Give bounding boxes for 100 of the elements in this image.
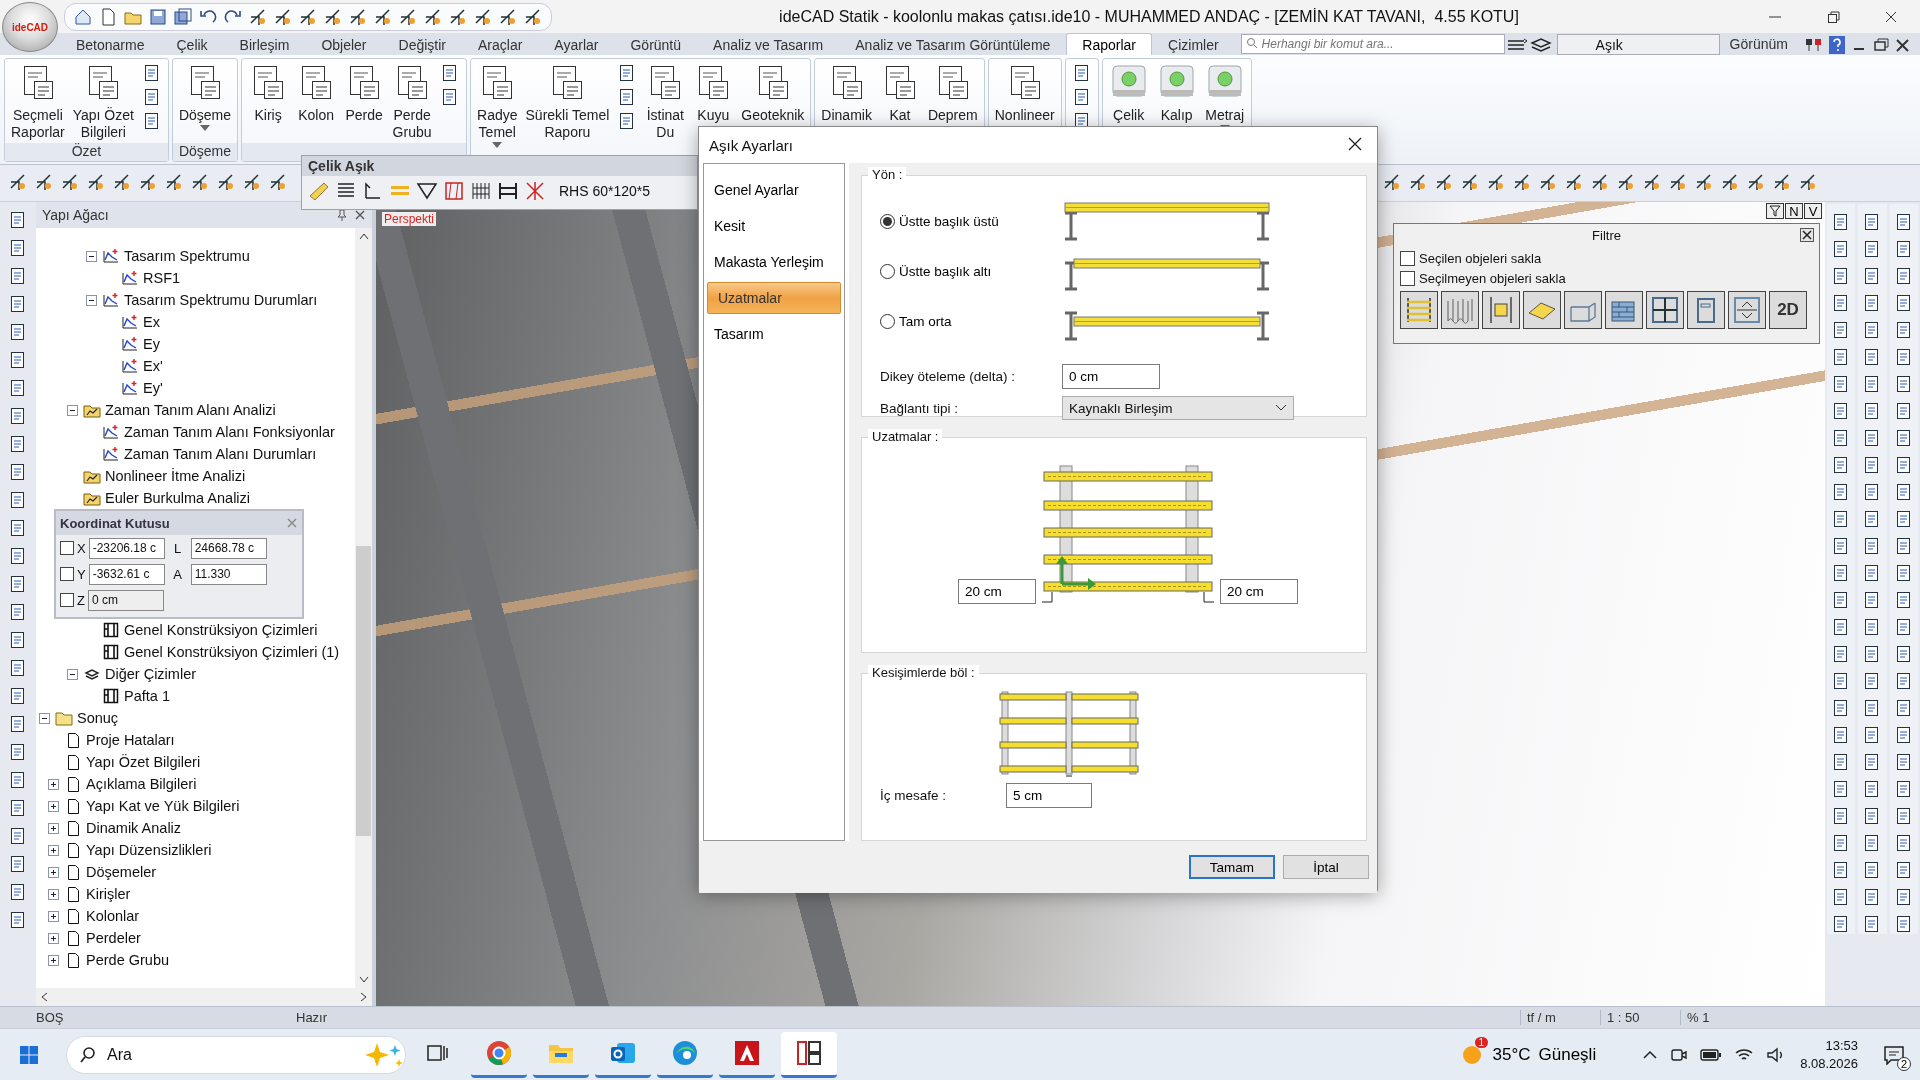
offset-field[interactable]: 0 cm	[1062, 363, 1160, 389]
menu-tab[interactable]: Çelik	[160, 33, 224, 55]
radio-button[interactable]: Üstte başlık üstü	[880, 213, 1062, 229]
menu-tab[interactable]: Ayarlar	[538, 33, 615, 55]
save-all-icon[interactable]	[173, 6, 193, 27]
tree-item[interactable]: Kirişler	[86, 886, 131, 902]
layer-dropdown[interactable]: Aşık	[1556, 34, 1720, 55]
drafting-tool-icon[interactable]	[323, 6, 343, 27]
close-icon[interactable]	[354, 209, 366, 221]
drafting-tool-icon[interactable]	[498, 6, 518, 27]
coordinate-field[interactable]: -23206.18 c	[88, 537, 165, 559]
menu-tab[interactable]: Değiştir	[382, 33, 462, 55]
cross-icon[interactable]	[524, 180, 546, 202]
menu-tab[interactable]: Çizimler	[1152, 33, 1235, 55]
menu-tab[interactable]: Araçlar	[462, 33, 539, 55]
expand-toggle-icon[interactable]	[47, 888, 59, 900]
ribbon-button[interactable]: Seçmeli Raporlar	[7, 61, 69, 143]
menu-tab[interactable]: Objeler	[305, 33, 383, 55]
camera-icon[interactable]	[1670, 1046, 1689, 1063]
horizontal-scrollbar[interactable]	[36, 988, 372, 1006]
collapse-toggle-icon[interactable]	[85, 250, 97, 262]
ribbon-button[interactable]: Yapı Özet Bilgileri	[68, 61, 138, 143]
tree-item[interactable]: Açıklama Bilgileri	[86, 776, 197, 792]
checkbox[interactable]	[1400, 270, 1415, 286]
tree-item[interactable]: Ey	[143, 336, 160, 352]
tree-item[interactable]: Ex	[143, 314, 160, 330]
menu-tab[interactable]: Görüntü	[614, 33, 698, 55]
drafting-tool-icon[interactable]	[273, 6, 293, 27]
frame-icon[interactable]	[443, 180, 465, 202]
radio-button[interactable]: Tam orta	[880, 313, 1062, 329]
triangle-icon[interactable]	[416, 180, 438, 202]
column-filter-button[interactable]	[1482, 291, 1520, 329]
view-mode-button[interactable]: 2D	[1769, 291, 1807, 329]
radio-button[interactable]: Üstte başlık altı	[880, 263, 1062, 279]
extension-field[interactable]: 20 cm	[1220, 579, 1298, 604]
tree-item[interactable]: Genel Konstrüksiyon Çizimleri	[124, 622, 318, 638]
save-icon[interactable]	[148, 6, 168, 27]
expand-toggle-icon[interactable]	[47, 844, 59, 856]
connection-type-dropdown[interactable]: Kaynaklı Birleşim	[1062, 396, 1294, 420]
command-search-field[interactable]: Herhangi bir komut ara...	[1240, 34, 1505, 54]
tree-item[interactable]: Perde Grubu	[86, 952, 170, 968]
vertical-scrollbar[interactable]	[355, 228, 372, 988]
drafting-tool-icon[interactable]	[348, 6, 368, 27]
ribbon-button[interactable]: Kiriş	[244, 61, 293, 143]
menu-tab[interactable]: Analiz ve Tasarım	[697, 33, 840, 55]
tree-item[interactable]: Zaman Tanım Alanı Fonksiyonlar	[124, 424, 335, 440]
battery-icon[interactable]	[1700, 1047, 1723, 1062]
tree-item[interactable]: Zaman Tanım Alanı Durumları	[124, 446, 317, 462]
taskbar-search-field[interactable]: Ara	[66, 1035, 406, 1074]
clock-date[interactable]: 8.08.2026	[1800, 1054, 1858, 1073]
view-menu[interactable]: Görünüm	[1723, 33, 1802, 55]
taskbar-app-button[interactable]	[781, 1031, 837, 1078]
tree-item[interactable]: Ex'	[143, 358, 163, 374]
nav-item[interactable]: Makasta Yerleşim	[704, 246, 844, 278]
tree-item[interactable]: Kolonlar	[86, 908, 140, 924]
pin-icon[interactable]	[336, 209, 348, 221]
coordinate-field[interactable]: 0 cm	[87, 589, 164, 611]
tree-item[interactable]: Dinamik Analiz	[86, 820, 182, 836]
collapse-toggle-icon[interactable]	[66, 404, 78, 416]
tree-item[interactable]: Zaman Tanım Alanı Analizi	[105, 402, 276, 418]
notifications-button[interactable]: 2	[1874, 1034, 1914, 1075]
brick-wall-filter-button[interactable]	[1605, 291, 1643, 329]
tree-item[interactable]: Döşemeler	[86, 864, 157, 880]
checkbox[interactable]	[60, 541, 74, 555]
tree-item[interactable]: Tasarım Spektrumu	[124, 248, 250, 264]
nav-item[interactable]: Tasarım	[704, 318, 844, 350]
drafting-tool-icon[interactable]	[423, 6, 443, 27]
wifi-icon[interactable]	[1734, 1046, 1755, 1063]
level-filter-button[interactable]	[1728, 291, 1766, 329]
drafting-tool-icon[interactable]	[523, 6, 543, 27]
inner-distance-field[interactable]: 5 cm	[1006, 783, 1093, 808]
tree-item[interactable]: Tasarım Spektrumu Durumları	[124, 292, 318, 308]
corrugated-sheet-filter-button[interactable]	[1441, 291, 1479, 329]
nav-item[interactable]: Genel Ayarlar	[704, 174, 844, 206]
ribbon-button[interactable]: İstinat Du	[641, 61, 690, 155]
tree-item[interactable]: Sonuç	[77, 710, 119, 726]
tree-item[interactable]: Yapı Özet Bilgileri	[86, 754, 201, 770]
menu-tab[interactable]: Analiz ve Tasarım Görüntüleme	[839, 33, 1067, 55]
ribbon-button[interactable]: Radye Temel	[473, 61, 522, 155]
menu-tab[interactable]: Raporlar	[1066, 33, 1153, 55]
checkbox-label[interactable]: Seçilmeyen objeleri sakla	[1419, 270, 1566, 286]
window-filter-button[interactable]	[1646, 291, 1684, 329]
checkbox-label[interactable]: Seçilen objeleri sakla	[1419, 250, 1542, 266]
drafting-tool-icon[interactable]	[473, 6, 493, 27]
drafting-tool-icon[interactable]	[298, 6, 318, 27]
tree-item[interactable]: Genel Konstrüksiyon Çizimleri (1)	[124, 644, 340, 660]
tree-item[interactable]: RSF1	[143, 270, 181, 286]
coordinate-field[interactable]: 24668.78 c	[190, 537, 267, 559]
expand-toggle-icon[interactable]	[47, 822, 59, 834]
drafting-tool-icon[interactable]	[248, 6, 268, 27]
purlin-filter-button[interactable]	[1400, 291, 1438, 329]
tree-item[interactable]: Nonlineer İtme Analizi	[105, 468, 246, 484]
collapse-toggle-icon[interactable]	[38, 712, 50, 724]
drafting-tool-icon[interactable]	[448, 6, 468, 27]
tree-item[interactable]: Perdeler	[86, 930, 141, 946]
ribbon-button[interactable]: Kolon	[292, 61, 341, 143]
menu-tab[interactable]: Betonarme	[60, 33, 161, 55]
filter-button[interactable]	[1766, 203, 1784, 219]
expand-toggle-icon[interactable]	[47, 778, 59, 790]
collapse-toggle-icon[interactable]	[66, 668, 78, 680]
